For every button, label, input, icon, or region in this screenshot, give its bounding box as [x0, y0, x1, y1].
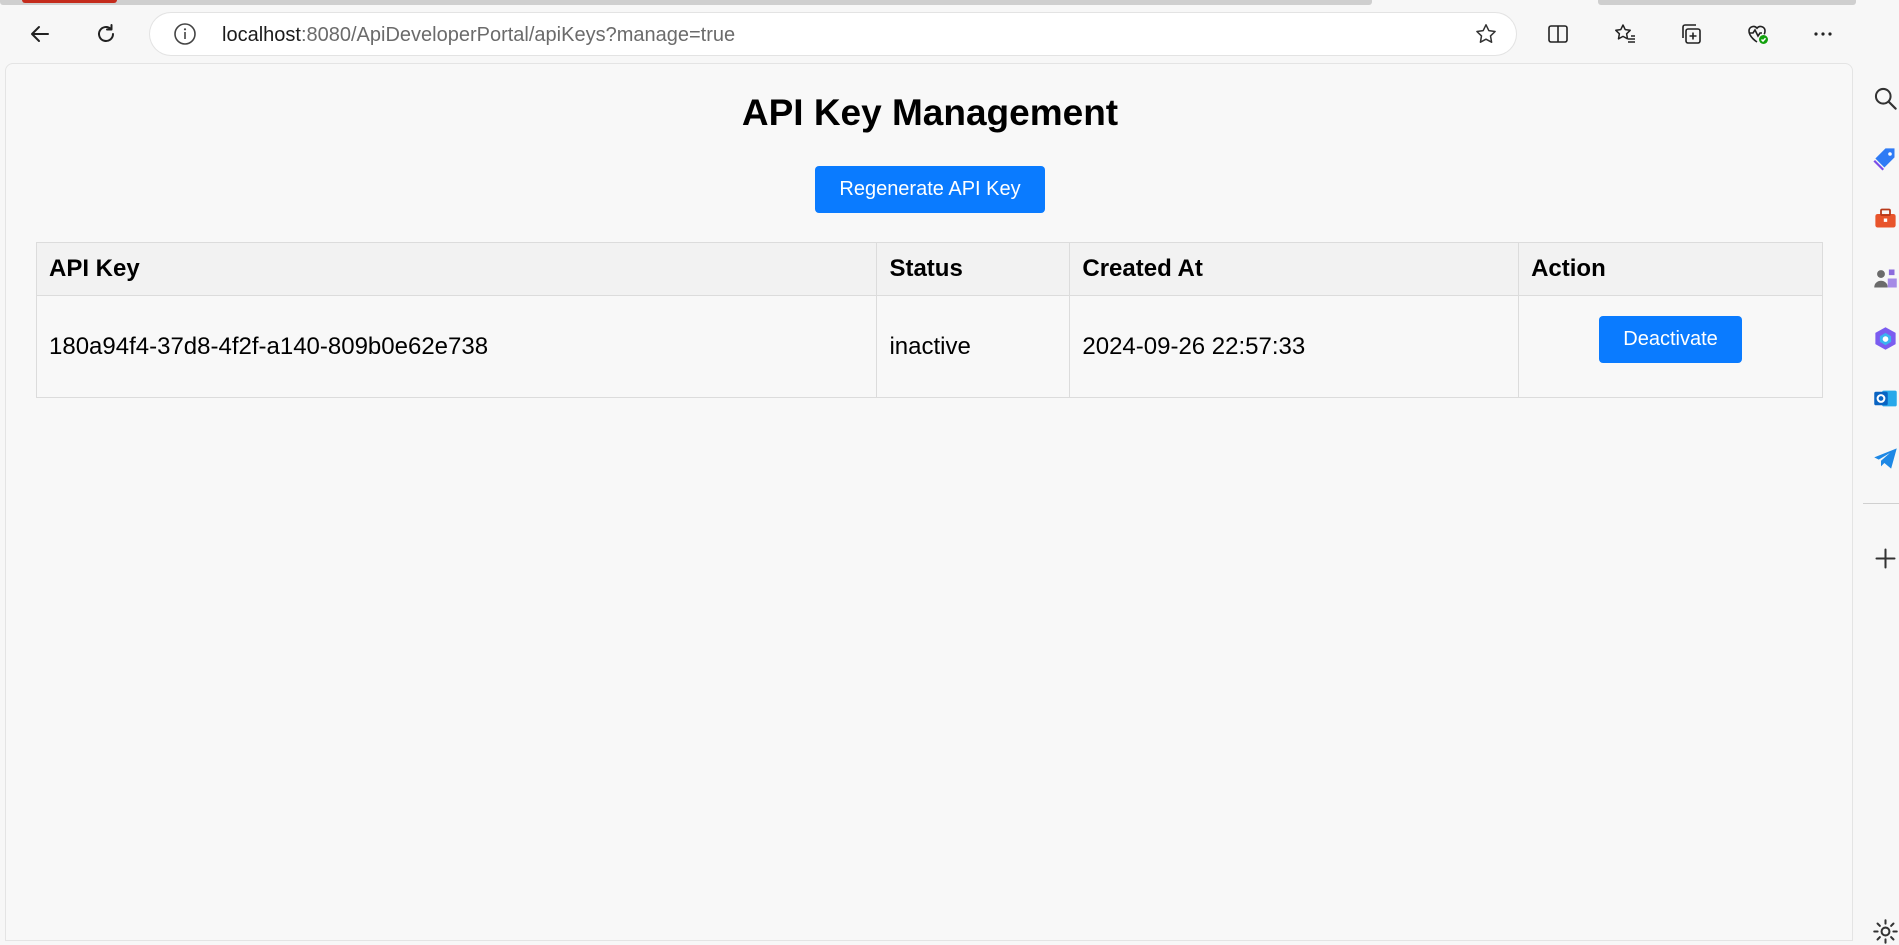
edge-sidebar: [1853, 6, 1899, 944]
favorites-icon: [1615, 24, 1635, 43]
refresh-button[interactable]: [88, 16, 124, 52]
tab-recording-indicator: [22, 0, 117, 3]
outlook-icon[interactable]: [1872, 385, 1899, 412]
refresh-icon: [98, 24, 114, 42]
collections-button[interactable]: [1673, 16, 1709, 52]
api-keys-table: API Key Status Created At Action 180a94f…: [35, 242, 1823, 398]
address-bar[interactable]: localhost:8080/ApiDeveloperPortal/apiKey…: [150, 13, 1516, 55]
column-header-api-key: API Key: [35, 242, 878, 296]
active-tab-edge[interactable]: [0, 0, 1372, 5]
url-text[interactable]: localhost:8080/ApiDeveloperPortal/apiKey…: [222, 24, 735, 47]
tools-icon[interactable]: [1872, 205, 1899, 232]
more-icon: [1814, 32, 1832, 36]
url-host: localhost: [222, 24, 301, 46]
favorites-button[interactable]: [1607, 16, 1643, 52]
inactive-tab-edge[interactable]: [1598, 0, 1856, 5]
action-cell: Deactivate: [1518, 295, 1823, 398]
browser-essentials-button[interactable]: [1739, 16, 1775, 52]
api-key-cell: 180a94f4-37d8-4f2f-a140-809b0e62e738: [35, 295, 878, 398]
site-info-icon[interactable]: [173, 22, 197, 46]
column-header-created-at: Created At: [1069, 242, 1520, 296]
favorite-star-icon[interactable]: [1474, 22, 1498, 46]
games-icon[interactable]: [1872, 265, 1899, 292]
microsoft-365-icon[interactable]: [1872, 325, 1899, 352]
table-row: 180a94f4-37d8-4f2f-a140-809b0e62e738 ina…: [35, 295, 1823, 398]
search-icon[interactable]: [1872, 85, 1899, 112]
add-icon[interactable]: [1872, 545, 1899, 572]
back-button[interactable]: [22, 16, 58, 52]
browser-essentials-icon: [1748, 25, 1768, 44]
telegram-icon[interactable]: [1872, 445, 1899, 472]
created-at-cell: 2024-09-26 22:57:33: [1069, 295, 1520, 398]
status-cell: inactive: [876, 295, 1071, 398]
page-title: API Key Management: [741, 92, 1119, 133]
browser-toolbar: localhost:8080/ApiDeveloperPortal/apiKey…: [0, 6, 1899, 62]
regenerate-api-key-button[interactable]: Regenerate API Key: [815, 166, 1045, 213]
page-viewport: API Key Management Regenerate API Key AP…: [5, 63, 1853, 941]
split-screen-icon: [1548, 25, 1568, 43]
shopping-tag-icon[interactable]: [1872, 145, 1899, 172]
sidebar-divider: [1863, 503, 1899, 504]
split-screen-button[interactable]: [1540, 16, 1576, 52]
deactivate-button[interactable]: Deactivate: [1599, 316, 1743, 363]
more-button[interactable]: [1805, 16, 1841, 52]
column-header-action: Action: [1518, 242, 1823, 296]
back-icon: [31, 26, 49, 42]
url-path: :8080/ApiDeveloperPortal/apiKeys?manage=…: [300, 24, 736, 46]
collections-icon: [1682, 24, 1701, 44]
table-header-row: API Key Status Created At Action: [35, 242, 1823, 296]
column-header-status: Status: [876, 242, 1071, 296]
